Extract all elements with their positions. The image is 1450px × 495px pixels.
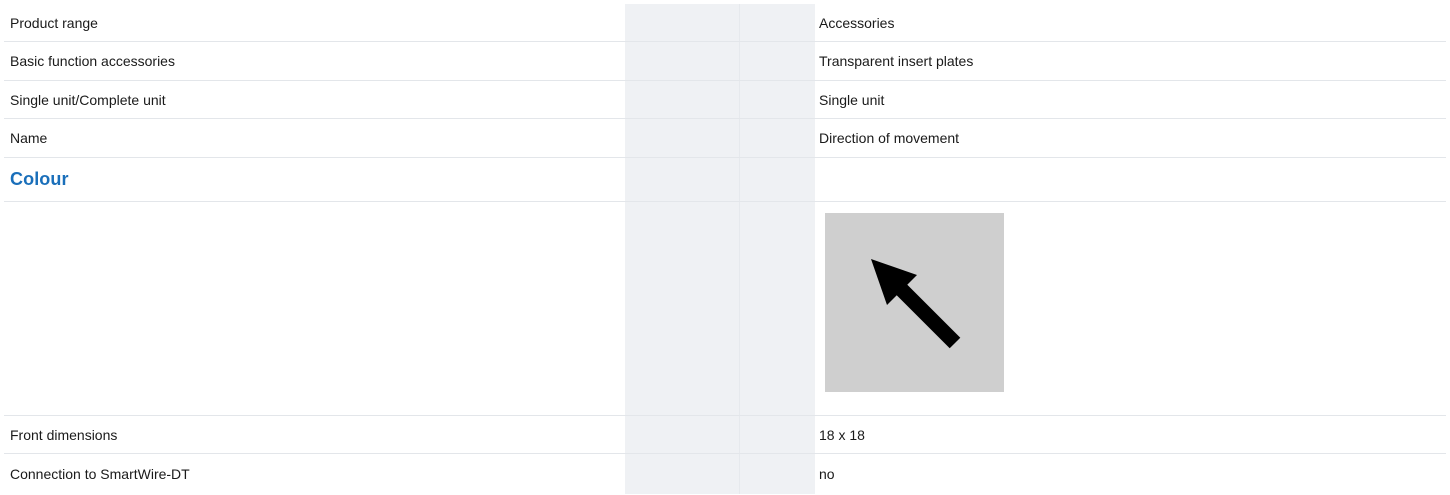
section-heading: Colour [10,169,69,189]
spec-row-basic-function: Basic function accessories Transparent i… [4,42,1446,81]
shaded-column [740,454,815,494]
shaded-column [740,42,815,80]
shaded-column [740,119,815,157]
shaded-column [740,416,815,453]
section-row-colour: Colour [4,158,1446,202]
arrow-up-left-icon [825,213,1004,392]
spec-label-empty [4,202,625,415]
shaded-column [625,81,740,118]
spec-row-image [4,202,1446,416]
spec-value-empty [815,158,1446,201]
spec-label: Name [10,130,48,146]
spec-row-single-unit: Single unit/Complete unit Single unit [4,81,1446,119]
spec-label: Connection to SmartWire-DT [10,466,190,482]
spec-value: no [819,466,835,482]
shaded-column [625,119,740,157]
spec-value: Accessories [819,14,895,31]
spec-table: Product range Accessories Basic function… [4,4,1446,494]
shaded-column [625,416,740,453]
shaded-column [740,81,815,118]
shaded-column [740,4,815,41]
spec-label: Single unit/Complete unit [10,91,166,108]
spec-row-smartwire: Connection to SmartWire-DT no [4,454,1446,494]
spec-row-front-dimensions: Front dimensions 18 x 18 [4,416,1446,454]
shaded-column [625,202,740,415]
spec-row-product-range: Product range Accessories [4,4,1446,42]
shaded-column [740,202,815,415]
shaded-column [625,454,740,494]
product-image-cell [815,202,1446,415]
spec-value: 18 x 18 [819,426,865,443]
spec-value: Single unit [819,91,885,108]
shaded-column [625,42,740,80]
spec-value: Transparent insert plates [819,53,974,69]
spec-value: Direction of movement [819,130,960,146]
shaded-column [740,158,815,201]
shaded-column [625,158,740,201]
spec-label: Front dimensions [10,426,118,443]
shaded-column [625,4,740,41]
spec-row-name: Name Direction of movement [4,119,1446,158]
spec-label: Basic function accessories [10,53,175,69]
spec-label: Product range [10,14,98,31]
